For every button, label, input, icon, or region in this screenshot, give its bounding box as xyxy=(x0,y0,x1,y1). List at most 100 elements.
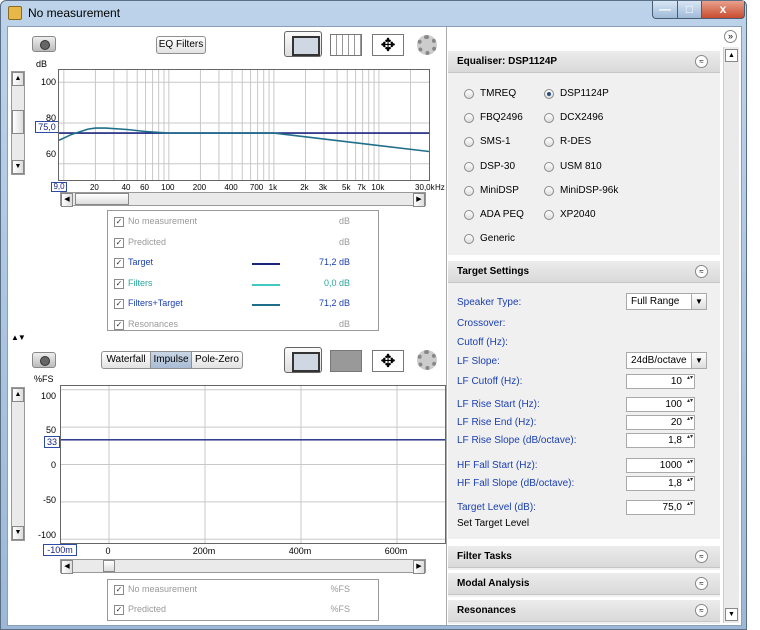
radio-generic[interactable]: Generic xyxy=(464,233,574,247)
radio-circle-icon[interactable] xyxy=(544,185,554,196)
fit-axes-icon[interactable]: ✥ xyxy=(372,350,404,372)
target-level-field[interactable]: 75,0 xyxy=(626,500,695,515)
scroll-thumb[interactable] xyxy=(75,193,129,205)
hf-fall-slope-field[interactable]: 1,8 xyxy=(626,476,695,491)
graph-view-icon[interactable] xyxy=(284,31,322,57)
scroll-down-arrow-icon[interactable]: ▼ xyxy=(725,608,738,621)
panel-header[interactable]: Modal Analysis ≈ xyxy=(448,573,720,595)
radio-circle-icon[interactable] xyxy=(464,234,474,245)
scroll-thumb[interactable] xyxy=(12,110,24,134)
eq-filters-button[interactable]: EQ Filters xyxy=(156,36,206,54)
legend-checkbox[interactable]: ✓ xyxy=(114,217,124,227)
radio-circle-icon[interactable] xyxy=(464,161,474,172)
maximize-button[interactable]: □ xyxy=(677,1,702,19)
radio-r-des[interactable]: R-DES xyxy=(544,136,654,150)
frequency-response-plot[interactable] xyxy=(58,69,430,181)
radio-minidsp-96k[interactable]: MiniDSP-96k xyxy=(544,185,654,199)
legend-checkbox[interactable]: ✓ xyxy=(114,258,124,268)
graph2-horizontal-scrollbar[interactable]: ◀ ▶ xyxy=(60,559,426,574)
radio-circle-icon[interactable] xyxy=(544,113,554,124)
scroll-up-arrow-icon[interactable]: ▲ xyxy=(12,72,24,86)
legend-row[interactable]: ✓ Predicted dB xyxy=(114,236,374,252)
lf-rise-end-field[interactable]: 20 xyxy=(626,415,695,430)
camera-icon[interactable] xyxy=(32,352,56,368)
radio-dcx2496[interactable]: DCX2496 xyxy=(544,112,654,126)
expand-chevron-icon[interactable]: ≈ xyxy=(695,550,708,563)
graph1-vertical-scrollbar[interactable]: ▲ ▼ xyxy=(11,71,25,175)
expand-chevron-icon[interactable]: ≈ xyxy=(695,577,708,590)
collapse-sidebar-icon[interactable]: » xyxy=(724,30,737,43)
scroll-left-arrow-icon[interactable]: ◀ xyxy=(61,193,73,207)
lf-rise-slope-field[interactable]: 1,8 xyxy=(626,433,695,448)
scroll-up-arrow-icon[interactable]: ▲ xyxy=(12,388,24,402)
fit-axes-icon[interactable]: ✥ xyxy=(372,34,404,56)
legend-checkbox[interactable]: ✓ xyxy=(114,278,124,289)
lf-slope-select[interactable]: 24dB/octave ▼ xyxy=(626,352,707,369)
tab-waterfall[interactable]: Waterfall xyxy=(101,351,151,369)
y-cursor-field[interactable]: 33 xyxy=(44,436,60,448)
legend-checkbox[interactable]: ✓ xyxy=(114,319,124,330)
tab-pole-zero[interactable]: Pole-Zero xyxy=(191,351,243,369)
radio-circle-icon[interactable] xyxy=(464,137,474,148)
legend-checkbox[interactable]: ✓ xyxy=(114,605,124,615)
legend-row[interactable]: ✓ Filters 0,0 dB xyxy=(114,277,374,293)
radio-circle-icon[interactable] xyxy=(544,161,554,172)
radio-circle-icon[interactable] xyxy=(464,89,474,99)
split-divider-icon[interactable]: ▲▼ xyxy=(11,333,26,342)
scroll-right-arrow-icon[interactable]: ▶ xyxy=(413,193,425,207)
scroll-thumb[interactable] xyxy=(103,560,115,572)
legend-checkbox[interactable]: ✓ xyxy=(114,299,124,309)
radio-circle-icon[interactable] xyxy=(464,185,474,196)
legend-row[interactable]: ✓ No measurement %FS xyxy=(114,583,374,599)
chevron-down-icon[interactable]: ▼ xyxy=(691,294,706,309)
legend-checkbox[interactable]: ✓ xyxy=(114,237,124,248)
y-cursor-field[interactable]: 75,0 xyxy=(35,121,59,133)
lf-rise-start-field[interactable]: 100 xyxy=(626,397,695,412)
panel-header[interactable]: Resonances ≈ xyxy=(448,600,720,622)
sidebar-vertical-scrollbar[interactable]: ▲ ▼ xyxy=(723,47,739,623)
graph-view-icon[interactable] xyxy=(284,347,322,373)
scroll-down-arrow-icon[interactable]: ▼ xyxy=(12,160,24,174)
graph1-horizontal-scrollbar[interactable]: ◀ ▶ xyxy=(60,192,426,207)
title-bar[interactable]: No measurement — □ x xyxy=(1,1,746,25)
lf-cutoff-field[interactable]: 10 xyxy=(626,374,695,389)
target-settings-header[interactable]: Target Settings ≈ xyxy=(448,261,720,283)
radio-dsp1124p[interactable]: DSP1124P xyxy=(544,88,654,102)
legend-row[interactable]: ✓ Target 71,2 dB xyxy=(114,256,374,272)
speaker-type-select[interactable]: Full Range ▼ xyxy=(626,293,707,310)
radio-xp2040[interactable]: XP2040 xyxy=(544,209,654,223)
grid-layout-icon[interactable] xyxy=(330,350,362,372)
scroll-left-arrow-icon[interactable]: ◀ xyxy=(61,560,73,574)
gear-icon[interactable] xyxy=(417,350,437,370)
chevron-down-icon[interactable]: ▼ xyxy=(691,353,706,368)
radio-circle-icon[interactable] xyxy=(544,89,554,99)
camera-icon[interactable] xyxy=(32,36,56,52)
tab-impulse[interactable]: Impulse xyxy=(150,351,192,369)
radio-circle-icon[interactable] xyxy=(544,137,554,148)
panel-header[interactable]: Filter Tasks ≈ xyxy=(448,546,720,568)
legend-row[interactable]: ✓ No measurement dB xyxy=(114,215,374,231)
x-cursor-field[interactable]: 9,0 xyxy=(51,182,67,192)
legend-checkbox[interactable]: ✓ xyxy=(114,585,124,595)
hf-fall-start-field[interactable]: 1000 xyxy=(626,458,695,473)
legend-row[interactable]: ✓ Resonances dB xyxy=(114,318,374,334)
radio-usm-810[interactable]: USM 810 xyxy=(544,161,654,175)
scroll-right-arrow-icon[interactable]: ▶ xyxy=(413,560,425,574)
collapse-chevron-icon[interactable]: ≈ xyxy=(695,55,708,68)
minimize-button[interactable]: — xyxy=(652,1,678,19)
close-button[interactable]: x xyxy=(701,1,745,19)
legend-row[interactable]: ✓ Predicted %FS xyxy=(114,603,374,619)
set-target-level-button[interactable]: Set Target Level xyxy=(457,518,529,529)
equaliser-header[interactable]: Equaliser: DSP1124P ≈ xyxy=(448,51,720,73)
scroll-up-arrow-icon[interactable]: ▲ xyxy=(725,49,738,62)
impulse-plot[interactable] xyxy=(60,385,446,544)
grid-layout-icon[interactable] xyxy=(330,34,362,56)
scroll-down-arrow-icon[interactable]: ▼ xyxy=(12,526,24,540)
graph2-vertical-scrollbar[interactable]: ▲ ▼ xyxy=(11,387,25,541)
radio-circle-icon[interactable] xyxy=(464,210,474,220)
radio-circle-icon[interactable] xyxy=(544,210,554,220)
radio-circle-icon[interactable] xyxy=(464,113,474,124)
x-cursor-field[interactable]: -100m xyxy=(43,544,77,556)
gear-icon[interactable] xyxy=(417,35,437,55)
expand-chevron-icon[interactable]: ≈ xyxy=(695,604,708,617)
